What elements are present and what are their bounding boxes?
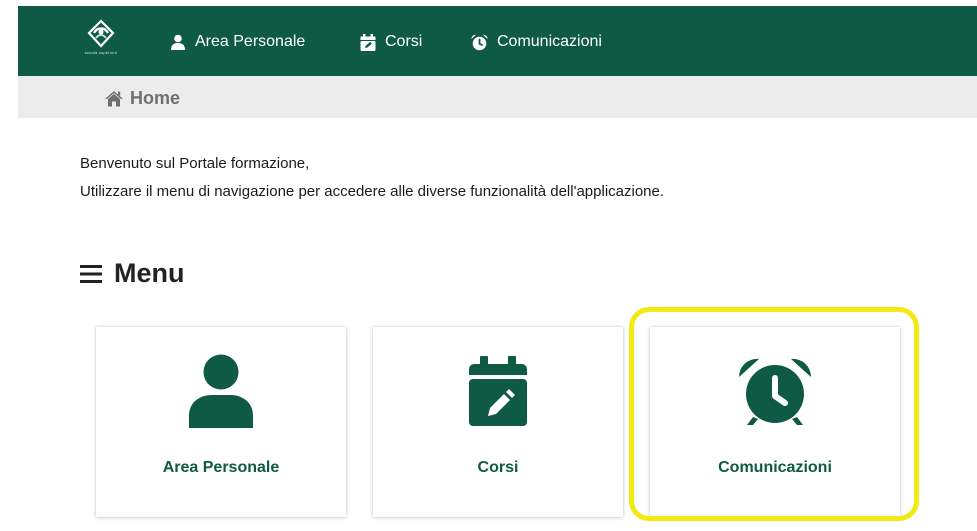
nav-corsi[interactable]: Corsi — [360, 31, 422, 53]
breadcrumb-home[interactable]: Home — [104, 88, 180, 109]
menu-card-label: Comunicazioni — [718, 459, 832, 476]
logo-emblem-icon — [87, 19, 115, 48]
bars-icon — [80, 264, 102, 283]
alarm-clock-icon — [471, 34, 488, 50]
menu-card-corsi[interactable]: Corsi — [373, 327, 623, 517]
user-icon — [171, 34, 185, 50]
menu-card-label: Area Personale — [162, 459, 280, 476]
menu-card-area-personale[interactable]: Area Personale — [96, 327, 346, 517]
breadcrumb: Home — [18, 76, 977, 118]
calendar-edit-icon — [469, 356, 527, 426]
home-icon — [105, 91, 123, 107]
alarm-clock-icon — [738, 358, 812, 425]
menu-heading: Menu — [80, 258, 185, 289]
intro-line-1: Benvenuto sul Portale formazione, — [80, 155, 310, 172]
intro-text: Benvenuto sul Portale formazione, Utiliz… — [80, 150, 664, 206]
nav-area-personale[interactable]: Area Personale — [170, 31, 305, 53]
nav-comunicazioni[interactable]: Comunicazioni — [471, 31, 602, 53]
breadcrumb-label: Home — [130, 88, 181, 108]
logo-text: scuola superiore — [84, 50, 118, 55]
user-icon — [189, 354, 253, 428]
menu-title: Menu — [114, 258, 185, 288]
nav-label: Corsi — [385, 33, 423, 50]
top-navbar: scuola superiore Area Personale Corsi Co… — [18, 6, 977, 76]
menu-card-comunicazioni[interactable]: Comunicazioni — [650, 327, 900, 517]
menu-card-label: Corsi — [477, 459, 519, 476]
portal-logo[interactable]: scuola superiore — [76, 19, 126, 67]
calendar-edit-icon — [360, 33, 376, 51]
nav-label: Comunicazioni — [497, 33, 602, 50]
intro-line-2: Utilizzare il menu di navigazione per ac… — [80, 183, 665, 200]
nav-label: Area Personale — [195, 33, 306, 50]
